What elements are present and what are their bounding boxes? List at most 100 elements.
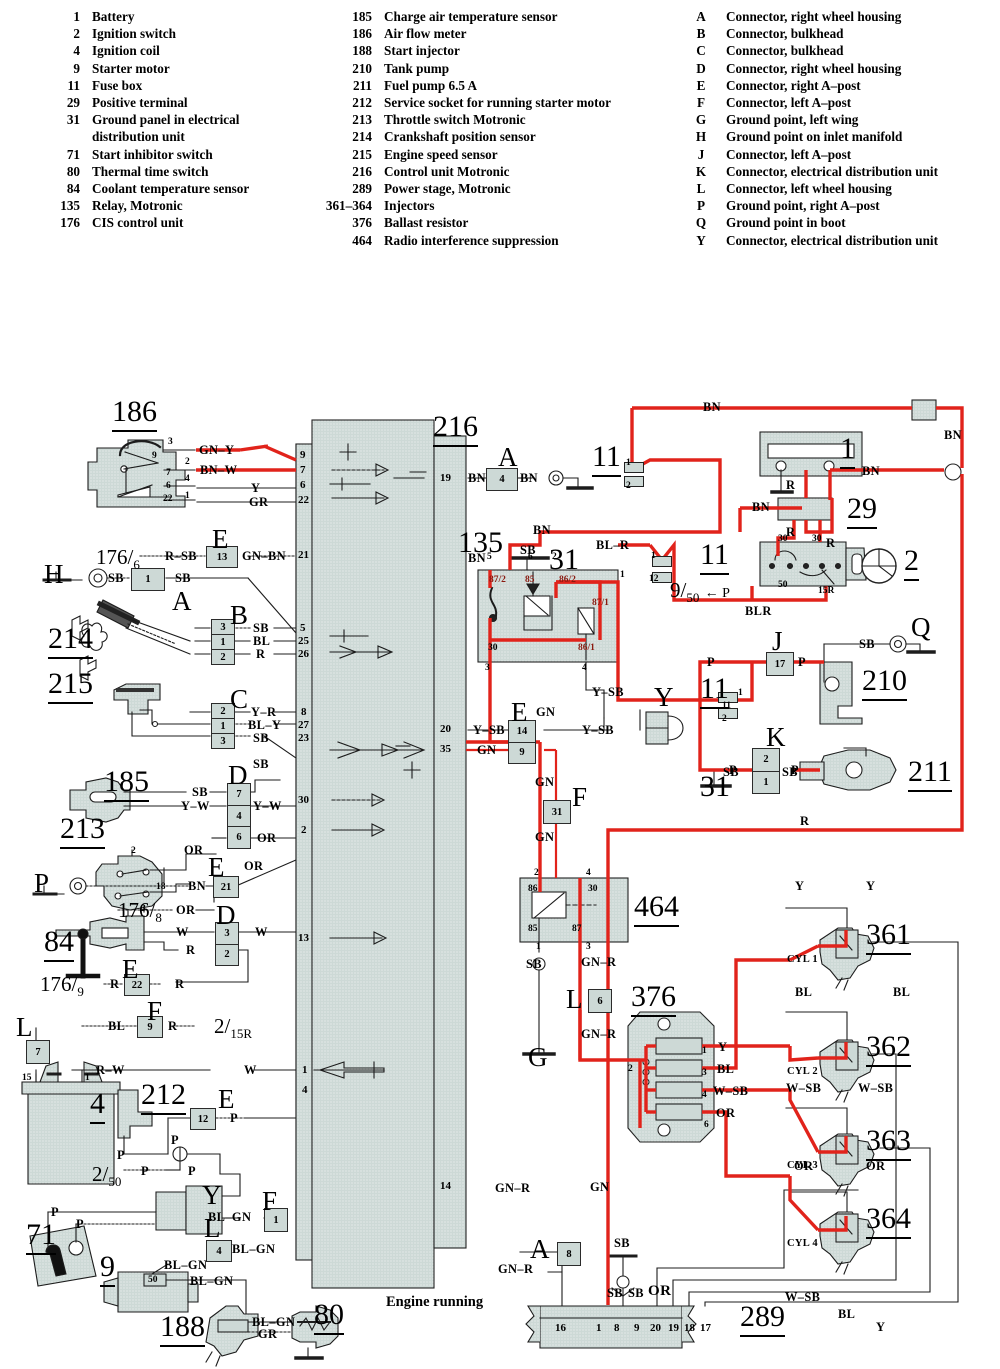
pin-135-86-1: 86/1 — [578, 643, 595, 653]
wire-label-sb-k-right: SB — [782, 765, 798, 779]
connector-letter-y-bottom: Y — [202, 1180, 222, 1210]
pin-289-9: 9 — [634, 1322, 640, 1334]
wire-label-bn-29: BN — [862, 464, 881, 478]
wire-label-y-289: Y — [876, 1320, 886, 1334]
connector-letter-d-lower: D — [216, 900, 236, 930]
pin-186-6: 6 — [166, 481, 171, 491]
ref-176-6: 176/6 — [96, 545, 140, 573]
wire-label-bl-r: BL–R — [596, 538, 630, 552]
connector-e-pin12[interactable]: 12 — [190, 1108, 216, 1130]
pin-464-30: 30 — [588, 884, 598, 894]
pin-289-1: 1 — [596, 1322, 602, 1334]
pin-2-50: 50 — [778, 580, 788, 590]
connector-letter-h: H — [44, 559, 64, 589]
pin-376-3: 3 — [702, 1068, 707, 1078]
pin-289-8: 8 — [614, 1322, 620, 1334]
pin-186-2: 2 — [185, 457, 190, 467]
wire-label-bl-gn-starter: BL–GN — [164, 1258, 208, 1272]
component-label-185: 185 — [104, 765, 149, 802]
pin-216-7: 7 — [300, 464, 306, 476]
wire-label-y-sb-135: Y–SB — [592, 685, 624, 699]
connector-d-upper[interactable]: 7 4 6 — [227, 783, 251, 849]
connector-letter-p-left: P — [34, 868, 50, 898]
wire-label-p-j-right: P — [798, 655, 806, 669]
wire-label-bn-a4-left: BN — [468, 471, 487, 485]
wire-label-or-376: OR — [716, 1106, 736, 1120]
connector-letter-l-6: L — [566, 984, 583, 1014]
wire-label-r-bus: R — [800, 814, 810, 828]
wire-label-sb-k-left: SB — [723, 765, 739, 779]
wire-label-gn-r-a8: GN–R — [498, 1262, 534, 1276]
pin-fuse-low-2: 2 — [722, 714, 727, 724]
pin-135-85: 85 — [525, 575, 535, 585]
pin-135-86-2: 86/2 — [559, 575, 576, 585]
component-label-211: 211 — [908, 755, 952, 792]
wire-label-gr-188: GR — [258, 1327, 278, 1341]
component-label-11-top: 11 — [592, 440, 621, 477]
wire-label-bl-362a: BL — [795, 985, 813, 999]
component-label-361: 361 — [866, 918, 911, 955]
component-label-216: 216 — [433, 410, 478, 447]
component-label-376: 376 — [631, 980, 676, 1017]
component-label-2-ignition-switch: 2 — [904, 544, 919, 581]
cyl-1-label: CYL 1 — [787, 954, 818, 965]
pin-216-30: 30 — [298, 794, 309, 806]
pin-216-14: 14 — [440, 1180, 451, 1192]
component-label-212: 212 — [141, 1078, 186, 1115]
wire-label-bl-376: BL — [717, 1062, 735, 1076]
wire-label-gn-up: GN — [536, 705, 556, 719]
pin-289-17: 17 — [700, 1322, 711, 1334]
pin-135-4: 4 — [582, 663, 587, 673]
pin-216-8: 8 — [301, 706, 307, 718]
connector-a-pin8[interactable]: 8 — [557, 1242, 581, 1266]
wire-label-bl-f9: BL — [108, 1019, 126, 1033]
wire-label-gn-bn: GN–BN — [242, 549, 286, 563]
wire-label-or-213: OR — [184, 843, 204, 857]
wire-label-w-pin1: W — [244, 1063, 257, 1077]
connector-letter-q: Q — [911, 612, 931, 642]
wire-label-y-361a: Y — [795, 879, 805, 893]
wire-label-y-w-185: Y–W — [181, 799, 210, 813]
pin-216-26: 26 — [298, 648, 309, 660]
wire-label-gn-r-464: GN–R — [581, 955, 617, 969]
wire-label-bl-gn-l4: BL–GN — [232, 1242, 276, 1256]
pin-135-87-1: 87/1 — [592, 598, 609, 608]
pin-464-85: 85 — [528, 924, 538, 934]
wire-label-r-176-9: R — [110, 977, 120, 991]
pin-fuse-low-1: 1 — [738, 688, 743, 698]
connector-d-pin6: 6 — [236, 832, 242, 844]
wire-label-bn-135-pin5: BN — [468, 551, 487, 565]
wire-label-bn-29b: BN — [752, 500, 771, 514]
connector-k[interactable]: 2 1 — [752, 748, 780, 794]
connector-letter-d-upper: D — [228, 760, 248, 790]
connector-f-pin31[interactable]: 31 — [543, 800, 571, 824]
pin-216-22: 22 — [298, 494, 309, 506]
component-label-29: 29 — [847, 492, 877, 529]
pin-464-3: 3 — [586, 942, 591, 952]
connector-l-pin7[interactable]: 7 — [26, 1040, 50, 1064]
pin-464-4: 4 — [586, 868, 591, 878]
wire-label-p-71b: P — [76, 1217, 84, 1231]
component-label-71: 71 — [26, 1218, 56, 1255]
connector-l-pin6[interactable]: 6 — [588, 989, 612, 1013]
pin-216-21: 21 — [298, 549, 309, 561]
wire-label-bl-gn-y3: BL–GN — [208, 1210, 252, 1224]
connector-letter-e-14-9: E — [511, 697, 528, 727]
pin-186-3: 3 — [168, 437, 173, 447]
wire-label-w-sb-376: W–SB — [713, 1084, 749, 1098]
pin-4-15: 15 — [22, 1073, 32, 1083]
pin-135-3: 3 — [485, 663, 490, 673]
wire-label-or-289: OR — [648, 1283, 672, 1299]
pin-216-35: 35 — [440, 743, 451, 755]
wire-label-gn-y: GN–Y — [199, 443, 235, 457]
pin-216-1: 1 — [302, 1064, 308, 1076]
component-label-364: 364 — [866, 1202, 911, 1239]
pin-2-15r: 15R — [818, 586, 835, 596]
connector-letter-a-top: A — [172, 586, 192, 616]
schematic-vector-layer — [21, 399, 964, 1367]
wire-label-gr: GR — [249, 495, 269, 509]
ref-176-9: 176/9 — [40, 972, 84, 1000]
connector-letter-l-7: L — [16, 1012, 33, 1042]
pin-186-22: 22 — [163, 494, 173, 504]
connector-c-pin1: 1 — [212, 719, 234, 734]
